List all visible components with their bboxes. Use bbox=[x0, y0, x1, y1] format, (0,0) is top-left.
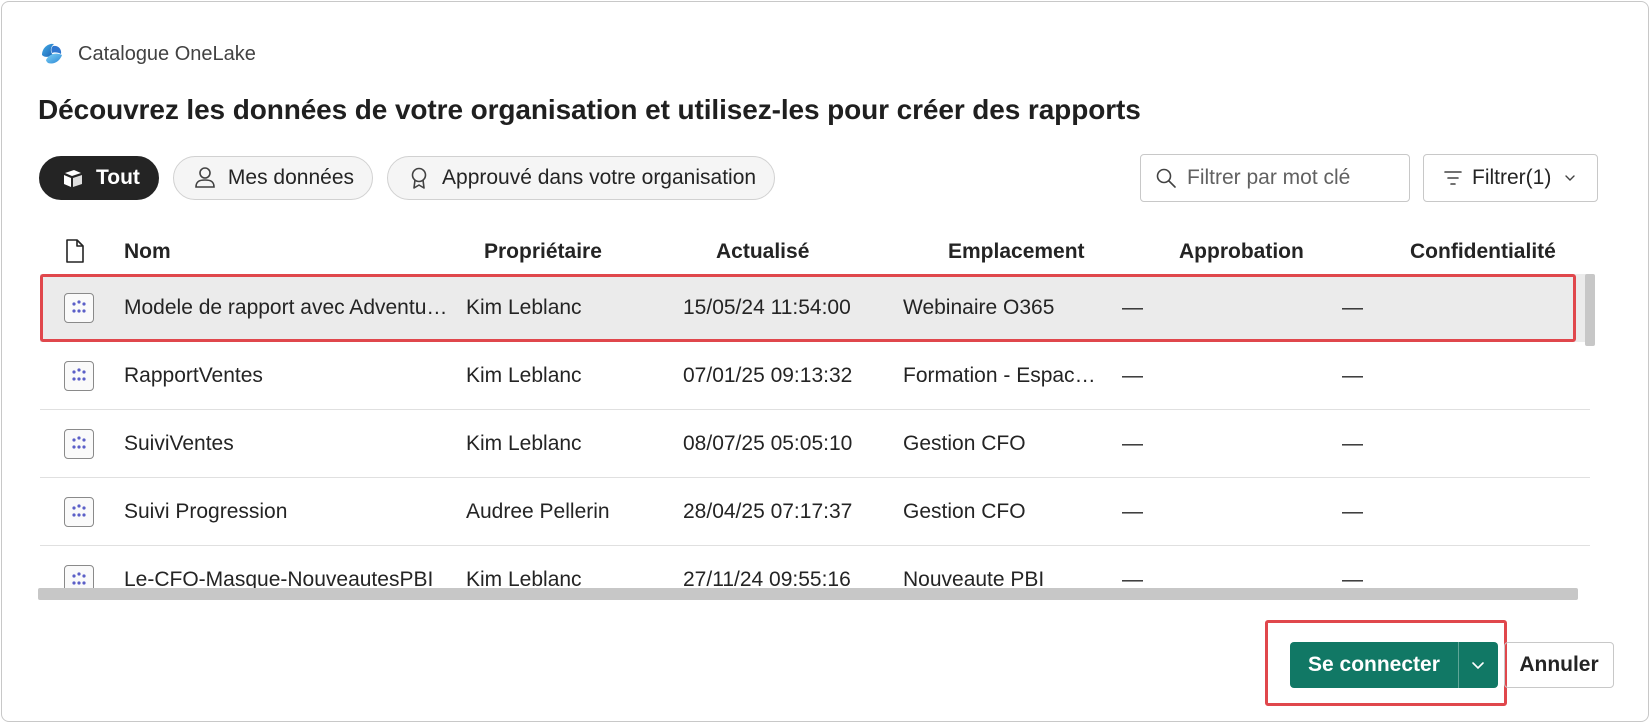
filter-button[interactable]: Filtrer(1) bbox=[1423, 154, 1598, 202]
row-location: Webinaire O365 bbox=[903, 296, 1055, 319]
search-input[interactable] bbox=[1187, 166, 1387, 190]
row-name: Le-CFO-Masque-NouveautesPBI bbox=[124, 568, 434, 588]
row-approval: — bbox=[1122, 432, 1143, 455]
row-location: Nouveaute PBI bbox=[903, 568, 1045, 588]
chevron-down-icon bbox=[1565, 175, 1576, 181]
app-name: Catalogue OneLake bbox=[78, 42, 256, 65]
row-name: RapportVentes bbox=[124, 364, 263, 387]
table-row[interactable]: Le-CFO-Masque-NouveautesPBI Kim Leblanc … bbox=[40, 546, 1590, 588]
row-sensitivity: — bbox=[1342, 296, 1363, 319]
row-refreshed: 27/11/24 09:55:16 bbox=[683, 568, 851, 588]
row-location: Gestion CFO bbox=[903, 432, 1026, 455]
cancel-button[interactable]: Annuler bbox=[1504, 642, 1614, 688]
row-approval: — bbox=[1122, 500, 1143, 523]
onelake-logo-icon bbox=[42, 43, 62, 64]
row-refreshed: 28/04/25 07:17:37 bbox=[683, 500, 853, 523]
row-owner: Kim Leblanc bbox=[466, 568, 582, 588]
column-name[interactable]: Nom bbox=[124, 240, 171, 264]
connect-options-button[interactable] bbox=[1457, 642, 1498, 688]
column-sensitivity[interactable]: Confidentialité bbox=[1410, 240, 1556, 264]
row-sensitivity: — bbox=[1342, 500, 1363, 523]
horizontal-scrollbar[interactable] bbox=[38, 588, 1578, 600]
row-approval: — bbox=[1122, 364, 1143, 387]
semantic-model-icon bbox=[64, 361, 94, 391]
chip-my-data[interactable]: Mes données bbox=[172, 156, 374, 200]
file-type-column bbox=[64, 238, 86, 270]
row-name: Modele de rapport avec AdventureWorks bbox=[124, 296, 454, 319]
page-title: Découvrez les données de votre organisat… bbox=[38, 94, 1141, 125]
chevron-down-icon bbox=[1472, 662, 1485, 670]
semantic-model-icon bbox=[64, 293, 94, 323]
row-sensitivity: — bbox=[1342, 364, 1363, 387]
table-header: Nom Propriétaire Actualisé Emplacement A… bbox=[38, 232, 1588, 272]
search-icon bbox=[1156, 168, 1176, 188]
vertical-scrollbar[interactable] bbox=[1585, 274, 1595, 346]
row-refreshed: 08/07/25 05:05:10 bbox=[683, 432, 853, 455]
connect-split-button: Se connecter bbox=[1290, 642, 1498, 688]
row-sensitivity: — bbox=[1342, 432, 1363, 455]
chip-my-data-label: Mes données bbox=[227, 166, 355, 189]
keyword-search[interactable] bbox=[1140, 154, 1410, 202]
row-owner: Kim Leblanc bbox=[466, 296, 582, 319]
table-row[interactable]: RapportVentes Kim Leblanc 07/01/25 09:13… bbox=[40, 342, 1590, 410]
table-row[interactable]: Modele de rapport avec AdventureWorks Ki… bbox=[40, 274, 1590, 342]
table-body: Modele de rapport avec AdventureWorks Ki… bbox=[40, 274, 1590, 588]
table-row[interactable]: SuiviVentes Kim Leblanc 08/07/25 05:05:1… bbox=[40, 410, 1590, 478]
chip-endorsed[interactable]: Approuvé dans votre organisation bbox=[387, 156, 776, 200]
filter-icon bbox=[1444, 171, 1462, 185]
table-row[interactable]: Suivi Progression Audree Pellerin 28/04/… bbox=[40, 478, 1590, 546]
row-owner: Audree Pellerin bbox=[466, 500, 610, 523]
scope-chips: Tout Mes données Approuvé dans votre org… bbox=[39, 156, 776, 200]
row-location: Gestion CFO bbox=[903, 500, 1026, 523]
catalog-dialog: Catalogue OneLake Découvrez les données … bbox=[1, 1, 1649, 722]
row-sensitivity: — bbox=[1342, 568, 1363, 588]
column-location[interactable]: Emplacement bbox=[948, 240, 1085, 264]
row-owner: Kim Leblanc bbox=[466, 432, 582, 455]
row-name: SuiviVentes bbox=[124, 432, 234, 455]
all-items-icon bbox=[64, 170, 82, 187]
row-name: Suivi Progression bbox=[124, 500, 288, 523]
chip-all-label: Tout bbox=[96, 166, 140, 189]
filter-label: Filtrer(1) bbox=[1472, 166, 1552, 189]
row-owner: Kim Leblanc bbox=[466, 364, 582, 387]
row-location: Formation - Espace de travail bbox=[903, 364, 1103, 387]
app-header: Catalogue OneLake bbox=[38, 40, 256, 68]
column-approval[interactable]: Approbation bbox=[1179, 240, 1304, 264]
document-icon bbox=[66, 239, 84, 263]
semantic-model-icon bbox=[64, 565, 94, 588]
semantic-model-icon bbox=[64, 429, 94, 459]
chip-endorsed-label: Approuvé dans votre organisation bbox=[442, 166, 757, 189]
column-owner[interactable]: Propriétaire bbox=[484, 240, 602, 264]
person-icon bbox=[195, 167, 215, 188]
row-refreshed: 15/05/24 11:54:00 bbox=[683, 296, 851, 319]
semantic-model-icon bbox=[64, 497, 94, 527]
connect-button[interactable]: Se connecter bbox=[1290, 642, 1458, 688]
ribbon-icon bbox=[411, 167, 427, 189]
column-refreshed[interactable]: Actualisé bbox=[716, 240, 809, 264]
row-approval: — bbox=[1122, 568, 1143, 588]
row-refreshed: 07/01/25 09:13:32 bbox=[683, 364, 853, 387]
chip-all[interactable]: Tout bbox=[39, 156, 159, 200]
row-approval: — bbox=[1122, 296, 1143, 319]
